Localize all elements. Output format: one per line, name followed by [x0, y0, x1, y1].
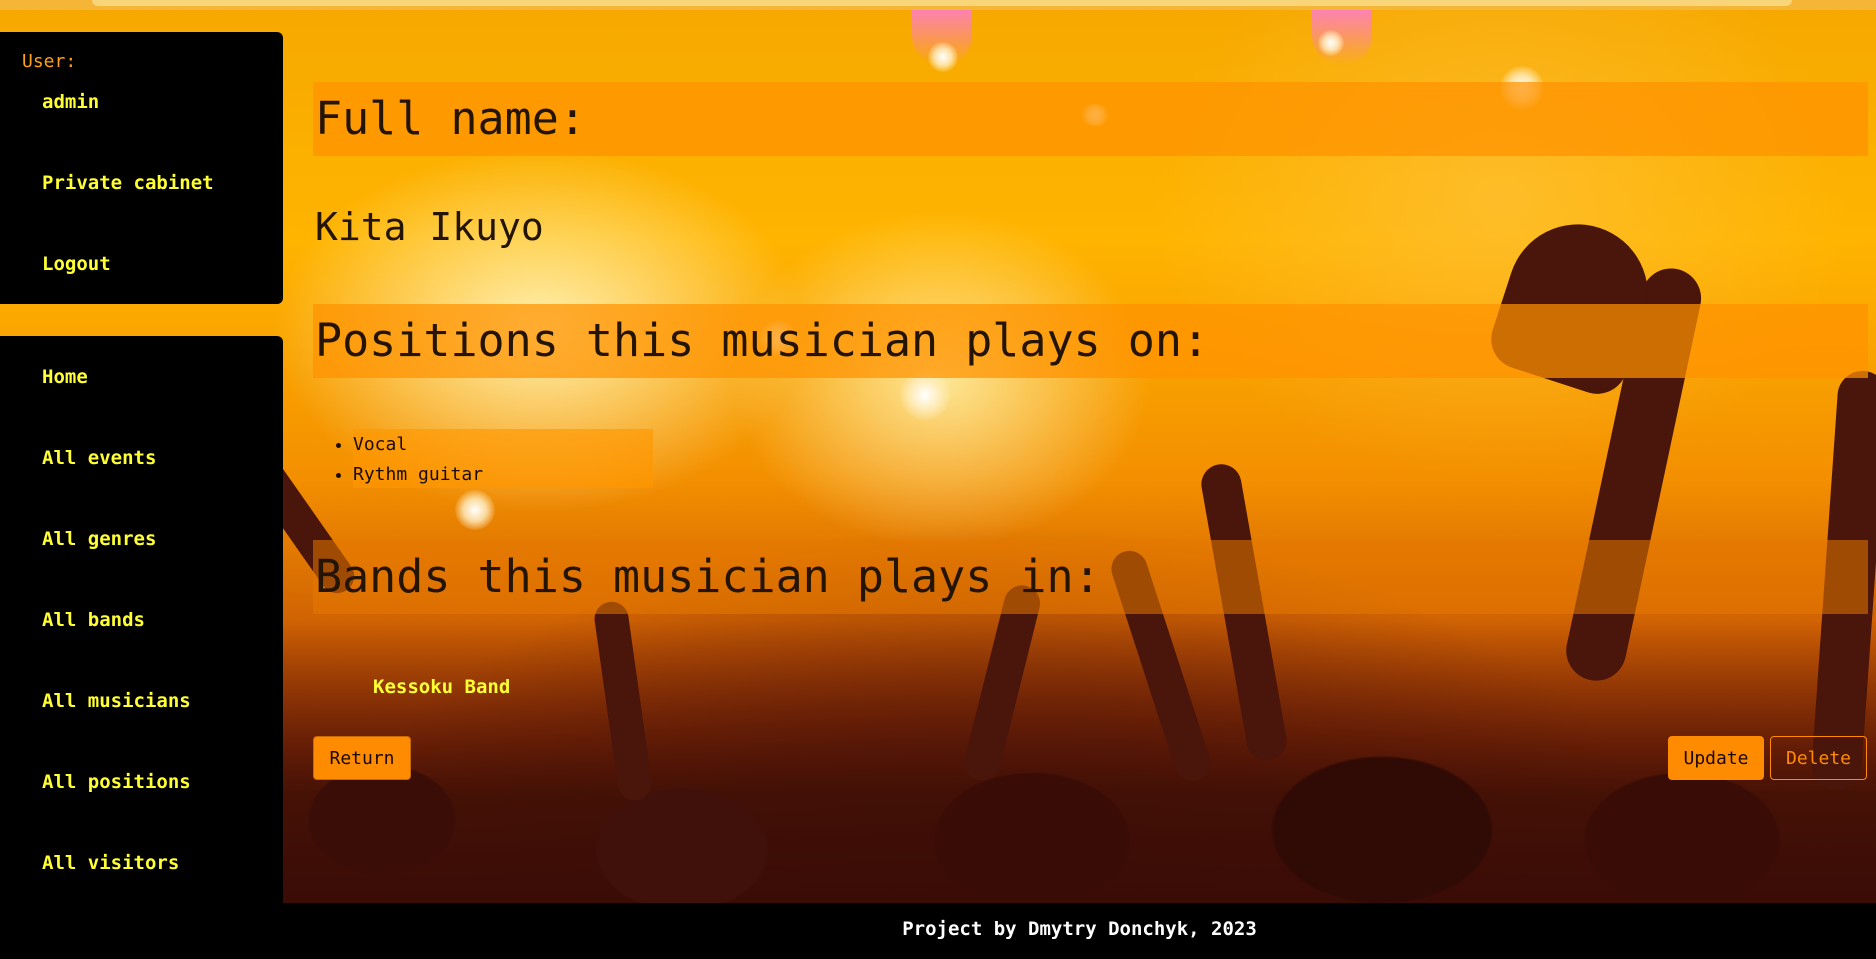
- nav-home[interactable]: Home: [42, 366, 88, 388]
- nav-all-visitors[interactable]: All visitors: [42, 852, 179, 874]
- nav-all-genres[interactable]: All genres: [42, 528, 156, 550]
- footer-credit: Project by Dmytry Donchyk, 2023: [902, 918, 1257, 940]
- return-button[interactable]: Return: [313, 736, 411, 780]
- private-cabinet-link[interactable]: Private cabinet: [42, 172, 214, 194]
- stage-spotlight: [1318, 30, 1344, 56]
- footer: Project by Dmytry Donchyk, 2023: [283, 903, 1876, 959]
- bands-heading: Bands this musician plays in:: [315, 550, 1101, 603]
- band-link[interactable]: Kessoku Band: [373, 676, 510, 698]
- crowd-silhouette: [282, 620, 1876, 910]
- browser-top-strip: [0, 0, 1876, 10]
- nav-all-positions[interactable]: All positions: [42, 771, 191, 793]
- nav-all-bands[interactable]: All bands: [42, 609, 145, 631]
- address-bar[interactable]: [92, 0, 1792, 6]
- positions-list: Vocal Rythm guitar: [331, 430, 483, 490]
- user-label: User:: [22, 51, 77, 72]
- full-name-heading: Full name:: [315, 92, 586, 145]
- update-button[interactable]: Update: [1668, 736, 1764, 780]
- positions-heading: Positions this musician plays on:: [315, 314, 1210, 367]
- stage-spotlight: [455, 490, 495, 530]
- username-link[interactable]: admin: [42, 91, 99, 113]
- nav-all-musicians[interactable]: All musicians: [42, 690, 191, 712]
- list-item: Rythm guitar: [353, 460, 483, 490]
- musician-full-name: Kita Ikuyo: [315, 205, 544, 249]
- delete-button[interactable]: Delete: [1770, 736, 1867, 780]
- stage-spotlight: [928, 42, 958, 72]
- nav-all-events[interactable]: All events: [42, 447, 156, 469]
- footer-left-filler: [0, 903, 283, 959]
- list-item: Vocal: [353, 430, 483, 460]
- logout-link[interactable]: Logout: [42, 253, 111, 275]
